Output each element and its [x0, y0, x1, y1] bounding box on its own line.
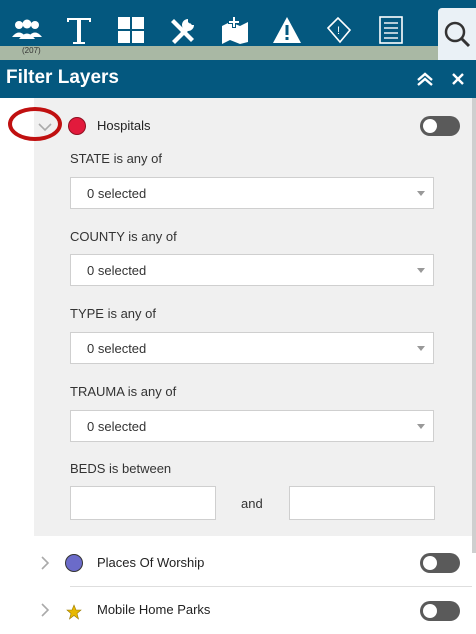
type-select-value: 0 selected [87, 341, 147, 356]
state-select-value: 0 selected [87, 186, 147, 201]
places-of-worship-color-dot [65, 554, 83, 572]
county-select[interactable]: 0 selected [70, 254, 434, 286]
type-select[interactable]: 0 selected [70, 332, 434, 364]
hospitals-color-dot [68, 117, 86, 135]
chevron-right-icon[interactable] [40, 603, 52, 617]
chevron-down-icon [417, 346, 425, 351]
collapse-icon[interactable] [415, 69, 435, 89]
filter-label-county: COUNTY is any of [70, 229, 177, 244]
trauma-select-value: 0 selected [87, 419, 147, 434]
search-icon[interactable] [438, 8, 476, 60]
range-and-label: and [241, 496, 263, 511]
filter-label-beds: BEDS is between [70, 461, 172, 476]
highlight-circle [8, 107, 62, 141]
chevron-down-icon [417, 424, 425, 429]
svg-text:!: ! [337, 25, 340, 37]
filter-panel: Hospitals STATE is any of 0 selected COU… [0, 98, 476, 631]
chevron-right-icon[interactable] [40, 556, 52, 570]
panel-scrollbar[interactable] [472, 98, 476, 553]
places-of-worship-toggle[interactable] [420, 553, 460, 573]
filter-label-type: TYPE is any of [70, 306, 156, 321]
county-select-value: 0 selected [87, 263, 147, 278]
hospitals-toggle[interactable] [420, 116, 460, 136]
row-divider [70, 586, 472, 587]
map-background: (207) [0, 46, 476, 61]
layer-row-mobile-home-parks[interactable]: Mobile Home Parks [0, 588, 472, 634]
star-icon [66, 604, 82, 625]
beds-min-input[interactable] [70, 486, 216, 520]
route-label: (207) [22, 46, 41, 55]
beds-max-input[interactable] [289, 486, 435, 520]
chevron-down-icon [417, 191, 425, 196]
panel-header: Filter Layers [0, 60, 476, 98]
layer-name-mobile-home-parks: Mobile Home Parks [97, 602, 211, 617]
filter-label-trauma: TRAUMA is any of [70, 384, 177, 399]
filter-label-state: STATE is any of [70, 151, 162, 166]
layer-name-places-of-worship: Places Of Worship [97, 555, 205, 570]
close-icon[interactable] [448, 69, 468, 89]
layer-row-places-of-worship[interactable]: Places Of Worship [0, 540, 472, 586]
layer-name-hospitals: Hospitals [97, 118, 151, 133]
mobile-home-parks-toggle[interactable] [420, 601, 460, 621]
chevron-down-icon [417, 268, 425, 273]
trauma-select[interactable]: 0 selected [70, 410, 434, 442]
state-select[interactable]: 0 selected [70, 177, 434, 209]
panel-title: Filter Layers [6, 67, 119, 88]
